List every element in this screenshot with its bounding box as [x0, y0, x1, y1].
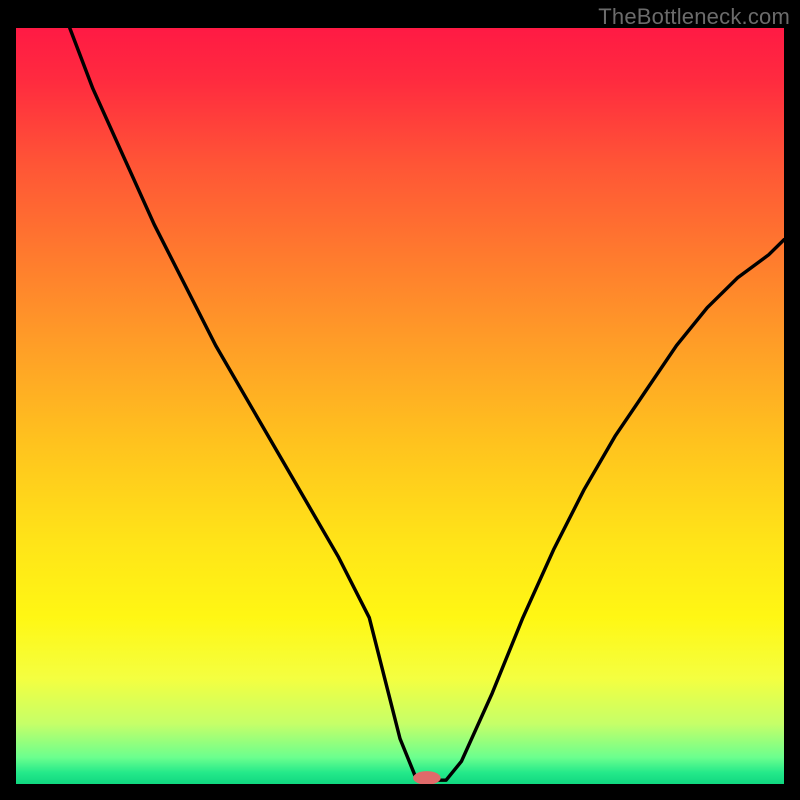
- watermark-text: TheBottleneck.com: [598, 4, 790, 30]
- chart-frame: TheBottleneck.com: [0, 0, 800, 800]
- plot-area: [16, 28, 784, 784]
- bottleneck-chart: [16, 28, 784, 784]
- gradient-background: [16, 28, 784, 784]
